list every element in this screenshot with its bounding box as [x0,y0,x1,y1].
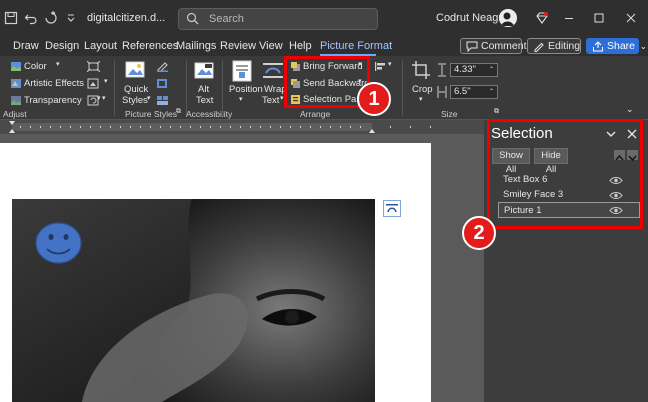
quick-styles-icon [125,61,145,78]
shape-width-icon [437,86,447,98]
width-value: 6.5" [454,86,471,97]
quick-styles-line2[interactable]: Styles [122,95,148,106]
chevron-down-icon: ▾ [147,95,151,102]
wrap-text-icon [263,63,283,78]
dialog-launcher-icon[interactable]: ⧉ [176,108,181,116]
customize-toolbar-icon[interactable] [64,11,78,25]
ribbon-separator [222,60,223,116]
picture-layout-icon[interactable] [156,95,169,106]
comments-button[interactable]: Comments [460,38,532,54]
chevron-down-icon: ▾ [239,96,243,103]
avatar[interactable] [499,9,517,27]
editing-button[interactable]: Editing ⌄ [527,38,592,54]
picture-styles-group-label: Picture Styles [125,109,177,119]
arrange-group-label: Arrange [300,109,331,119]
chevron-down-icon: ▾ [280,95,284,102]
accessibility-group-label: Accessibility [186,109,233,119]
document-title[interactable]: digitalcitizen.d... [87,12,165,24]
tab-view[interactable]: View [259,40,283,52]
share-button[interactable]: Share ⌄ [586,38,647,54]
ribbon-separator [114,60,115,116]
tab-mailings[interactable]: Mailings [176,40,216,52]
restore-icon[interactable] [590,9,608,27]
align-icon[interactable] [374,61,387,72]
comment-icon [466,41,478,52]
size-group-label: Size [441,109,458,119]
share-icon [593,41,603,52]
search-icon [186,12,199,25]
tab-references[interactable]: References [122,40,178,52]
reset-picture-icon[interactable] [87,95,100,106]
spinner-icon[interactable]: ⌃ [489,86,494,98]
compress-pictures-icon[interactable] [87,61,100,72]
shape-height-icon [438,63,446,77]
position-button[interactable]: Position [229,84,263,95]
title-bar: digitalcitizen.d... Search Codrut Neagu [0,0,648,36]
height-value: 4.33" [454,64,476,75]
undo-icon[interactable] [24,11,38,25]
picture-effects-icon[interactable] [156,78,169,89]
search-placeholder: Search [209,13,244,25]
tab-layout[interactable]: Layout [84,40,117,52]
user-name[interactable]: Codrut Neagu [436,12,505,24]
tab-draw[interactable]: Draw [13,40,39,52]
editing-label: Editing [548,40,581,52]
transparency-icon [11,96,21,105]
minimize-icon[interactable] [560,9,578,27]
tab-help[interactable]: Help [289,40,312,52]
callout-highlight-selection-pane [487,119,643,229]
smiley-face-3[interactable] [35,222,82,264]
alt-text-line2[interactable]: Text [196,95,213,106]
chevron-down-icon: ▾ [104,78,108,85]
transparency-button[interactable]: Transparency [24,95,82,106]
artistic-effects-icon [11,79,21,88]
tab-design[interactable]: Design [45,40,79,52]
dialog-launcher-icon[interactable]: ⧉ [494,108,499,116]
crop-button[interactable]: Crop [412,84,433,95]
layout-options-icon [386,204,398,213]
color-button[interactable]: Color [24,61,47,72]
layout-options-button[interactable] [383,200,401,217]
color-icon [11,62,21,71]
adjust-group-label: Adjust [3,109,27,119]
ribbon-separator [402,60,403,116]
chevron-down-icon: ▾ [56,61,60,68]
tab-picture-format[interactable]: Picture Format [320,40,392,52]
quick-styles-line1[interactable]: Quick [124,84,148,95]
premium-diamond-icon[interactable] [535,11,549,25]
close-icon[interactable] [622,9,640,27]
width-input[interactable]: 6.5" ⌃ [450,85,498,99]
pencil-icon [534,42,544,52]
callout-badge: 2 [462,216,496,250]
height-input[interactable]: 4.33" ⌃ [450,63,498,77]
redo-icon[interactable] [44,11,58,25]
alt-text-line1[interactable]: Alt [198,84,209,95]
comments-label: Comments [481,40,532,52]
picture-border-icon[interactable] [156,61,169,72]
artistic-effects-button[interactable]: Artistic Effects [24,78,84,89]
callout-badge: 1 [357,82,391,116]
ribbon-separator [186,60,187,116]
wrap-text-line2[interactable]: Text [262,95,279,106]
chevron-down-icon: ▾ [102,95,106,102]
spinner-icon[interactable]: ⌃ [489,64,494,76]
horizontal-ruler[interactable] [0,120,484,134]
share-label: Share [607,40,636,52]
chevron-down-icon: ▾ [419,96,423,103]
save-icon[interactable] [4,11,18,25]
chevron-down-icon: ⌄ [639,42,647,51]
tab-review[interactable]: Review [220,40,256,52]
crop-icon [412,61,430,79]
change-picture-icon[interactable] [87,78,100,89]
chevron-down-icon: ▾ [388,61,392,68]
collapse-ribbon-icon[interactable]: ⌄ [626,104,634,115]
search-box[interactable]: Search [178,8,378,30]
alt-text-icon [194,62,214,79]
position-icon [232,60,252,82]
